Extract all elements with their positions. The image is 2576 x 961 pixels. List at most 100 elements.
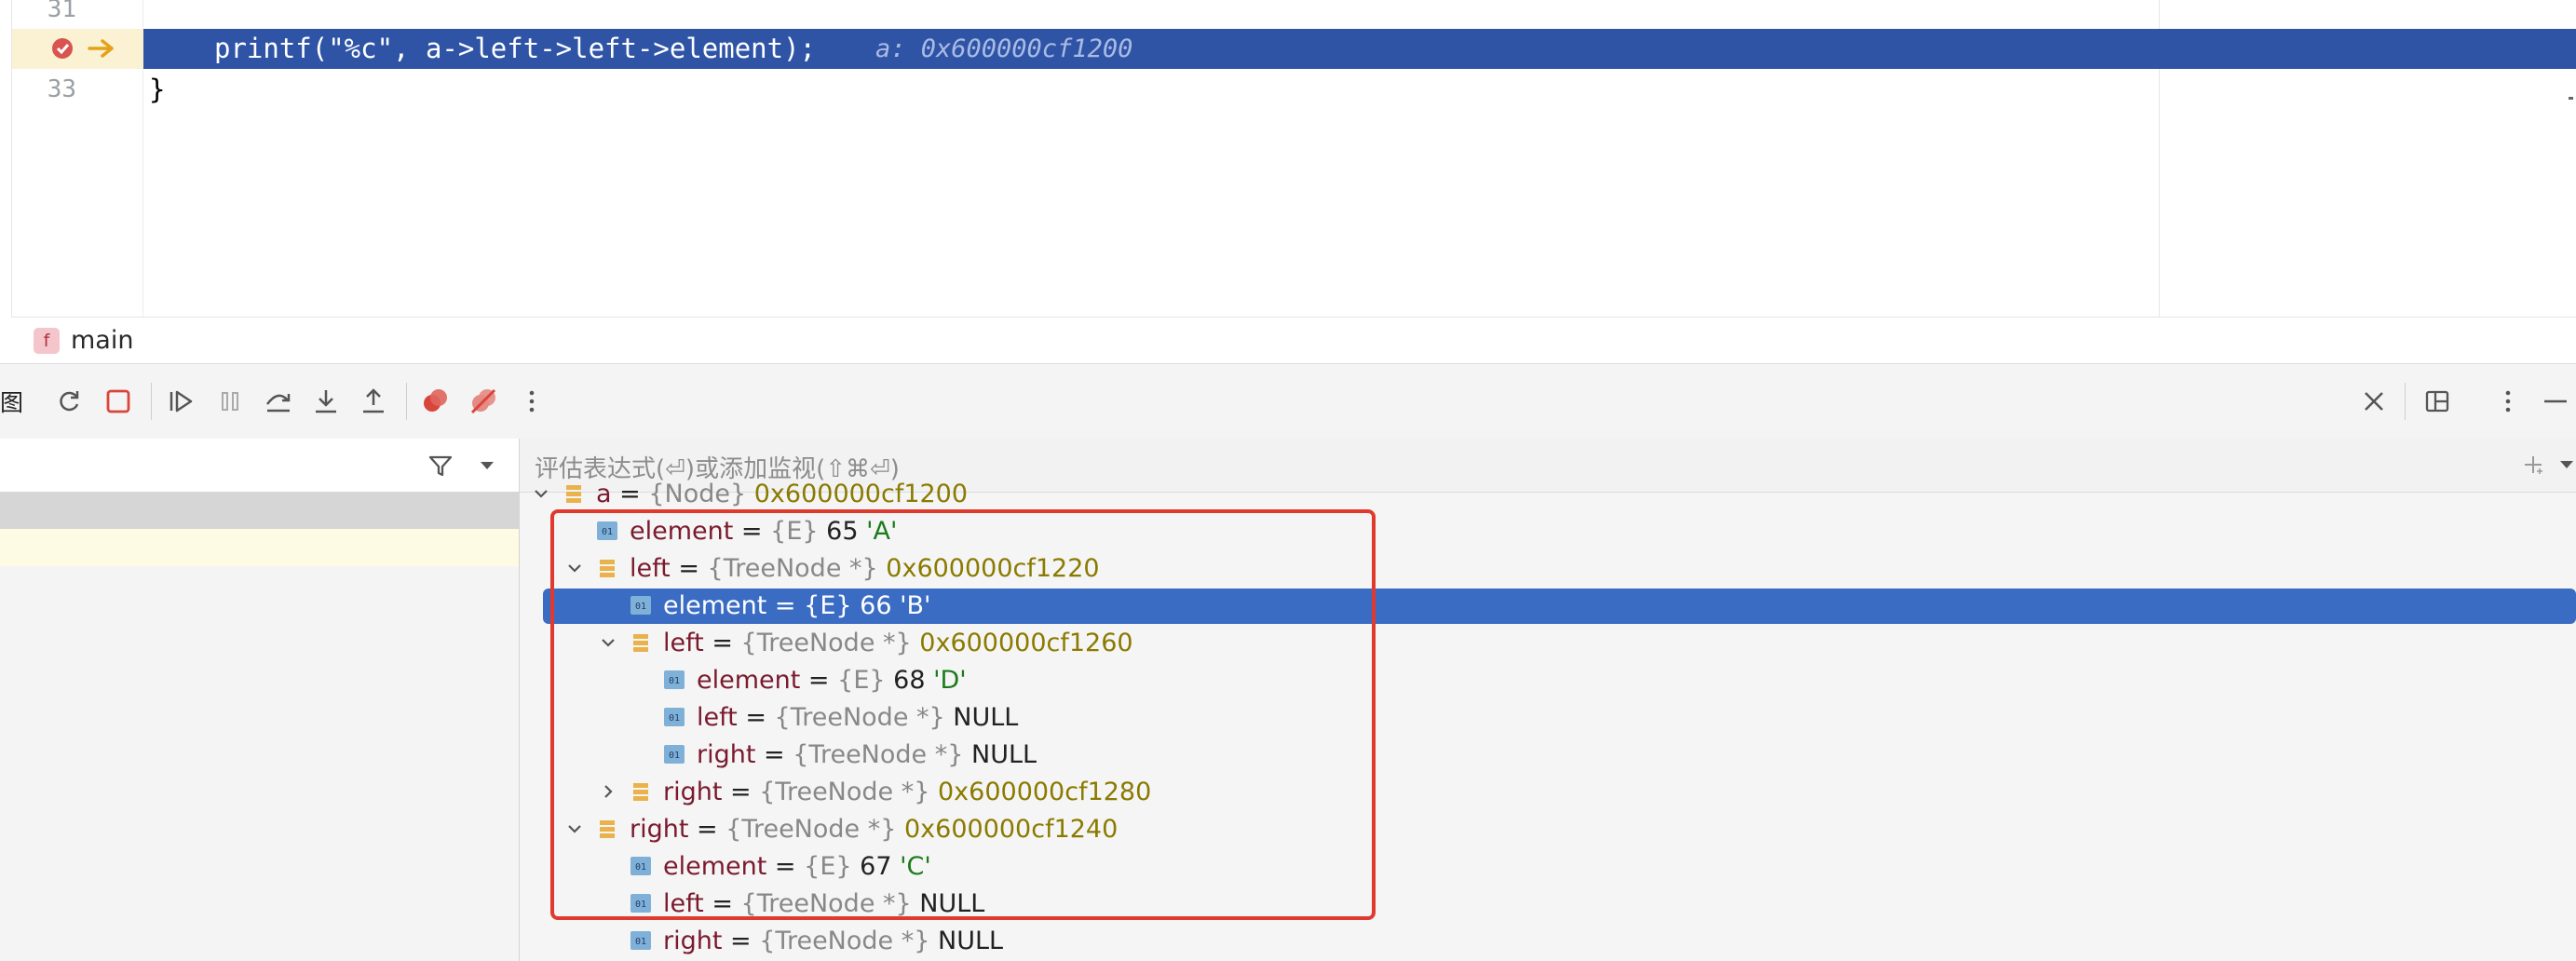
view-breakpoints-icon[interactable] xyxy=(419,386,451,417)
line-number: 33 xyxy=(47,75,76,103)
struct-icon xyxy=(566,485,581,503)
variable-row[interactable]: 01 element = {E} 66 'B' xyxy=(520,588,2576,625)
frame-row-selected[interactable] xyxy=(0,492,519,529)
variable-type: {TreeNode *} xyxy=(793,740,964,769)
line-number: 31 xyxy=(47,0,76,23)
variable-val: 67 xyxy=(851,852,892,881)
frame-row[interactable] xyxy=(0,529,519,566)
layout-icon[interactable] xyxy=(2421,386,2453,417)
variable-eq: = xyxy=(611,480,649,508)
mute-breakpoints-icon[interactable] xyxy=(468,386,499,417)
variable-type: {E} xyxy=(804,852,852,881)
breadcrumb: f main xyxy=(11,317,2576,364)
chevron-down-icon[interactable] xyxy=(479,459,495,472)
variable-type: {TreeNode *} xyxy=(725,815,897,844)
variable-row[interactable]: left = {TreeNode *} 0x600000cf1260 xyxy=(520,625,2576,662)
step-out-icon[interactable] xyxy=(358,386,389,417)
variable-text: right = {TreeNode *} 0x600000cf1240 xyxy=(630,813,1118,846)
variable-val: NULL xyxy=(944,703,1019,732)
variable-val: NULL xyxy=(929,927,1004,955)
frames-header xyxy=(0,439,519,493)
variable-text: element = {E} 66 'B' xyxy=(663,589,930,623)
chevron-down-icon[interactable] xyxy=(564,558,585,578)
variable-name: right xyxy=(663,927,723,955)
struct-icon xyxy=(633,634,648,652)
add-watch-icon[interactable] xyxy=(2522,453,2544,476)
variable-row[interactable]: 01 left = {TreeNode *} NULL xyxy=(520,699,2576,737)
variables-panel: 评估表达式(⏎)或添加监视(⇧⌘⏎) a = {Node} 0x600000cf… xyxy=(520,439,2576,961)
variable-row[interactable]: 01 right = {TreeNode *} NULL xyxy=(520,737,2576,774)
variable-val: 68 xyxy=(885,666,926,695)
variable-eq: = xyxy=(737,703,775,732)
struct-icon xyxy=(633,783,648,801)
current-code-line[interactable]: printf("%c", a->left->left->element); xyxy=(214,29,816,69)
variable-eq: = xyxy=(722,778,760,806)
variable-eq: = xyxy=(766,852,805,881)
history-dropdown-icon[interactable] xyxy=(2559,459,2574,470)
chevron-down-icon[interactable] xyxy=(564,819,585,839)
variable-row[interactable]: right = {TreeNode *} 0x600000cf1280 xyxy=(520,774,2576,811)
minimize-icon[interactable] xyxy=(2539,386,2570,417)
variable-eq: = xyxy=(800,666,838,695)
pause-icon[interactable] xyxy=(214,386,246,417)
variable-row[interactable]: 01 element = {E} 67 'C' xyxy=(520,848,2576,886)
close-icon[interactable] xyxy=(2358,386,2390,417)
variable-name: element xyxy=(663,852,767,881)
chevron-down-icon[interactable] xyxy=(531,483,551,504)
variable-addr: 0x600000cf1260 xyxy=(911,629,1133,657)
more-vertical-icon[interactable] xyxy=(2492,386,2524,417)
svg-text:01: 01 xyxy=(602,527,613,537)
chevron-right-icon[interactable] xyxy=(598,781,618,802)
variable-text: element = {E} 68 'D' xyxy=(697,664,967,697)
variable-name: left xyxy=(630,554,671,583)
variable-row[interactable]: 01 left = {TreeNode *} NULL xyxy=(520,886,2576,923)
variable-name: element xyxy=(663,591,767,620)
svg-text:01: 01 xyxy=(635,937,646,947)
variable-name: a xyxy=(596,480,612,508)
variable-char: 'C' xyxy=(891,852,931,881)
variable-eq: = xyxy=(703,629,741,657)
variable-name: left xyxy=(697,703,738,732)
code-line[interactable]: } xyxy=(149,71,165,108)
rerun-icon[interactable] xyxy=(54,386,86,417)
variable-name: right xyxy=(630,815,689,844)
variable-row[interactable]: 01 element = {E} 68 'D' xyxy=(520,662,2576,699)
variable-eq: = xyxy=(703,889,741,918)
breadcrumb-function[interactable]: main xyxy=(71,326,133,355)
variable-row[interactable]: 01 right = {TreeNode *} NULL xyxy=(520,923,2576,960)
resume-icon[interactable] xyxy=(166,386,197,417)
variable-text: a = {Node} 0x600000cf1200 xyxy=(596,478,968,511)
tab-label-fragment[interactable]: 图 xyxy=(0,385,23,418)
filter-icon[interactable] xyxy=(427,452,454,480)
step-into-icon[interactable] xyxy=(310,386,342,417)
stop-icon[interactable] xyxy=(102,386,134,417)
variable-text: left = {TreeNode *} NULL xyxy=(663,887,984,921)
variable-name: right xyxy=(663,778,723,806)
chevron-down-icon[interactable] xyxy=(598,632,618,653)
variable-eq: = xyxy=(670,554,708,583)
svg-text:01: 01 xyxy=(635,900,646,910)
variable-type: {TreeNode *} xyxy=(759,927,930,955)
more-icon[interactable] xyxy=(516,386,548,417)
step-over-icon[interactable] xyxy=(263,386,294,417)
variable-type: {E} xyxy=(770,517,819,546)
current-line-gutter-highlight xyxy=(12,29,143,69)
variable-row[interactable]: right = {TreeNode *} 0x600000cf1240 xyxy=(520,811,2576,848)
variable-type: {TreeNode *} xyxy=(740,629,912,657)
variable-text: left = {TreeNode *} 0x600000cf1220 xyxy=(630,552,1100,586)
variable-row[interactable]: left = {TreeNode *} 0x600000cf1220 xyxy=(520,550,2576,588)
field-icon: 01 xyxy=(630,894,651,913)
variable-row[interactable]: 01 element = {E} 65 'A' xyxy=(520,513,2576,550)
variable-addr: 0x600000cf1240 xyxy=(896,815,1119,844)
field-icon: 01 xyxy=(630,857,651,875)
variable-text: element = {E} 65 'A' xyxy=(630,515,897,548)
variable-name: element xyxy=(697,666,801,695)
svg-text:01: 01 xyxy=(635,862,646,873)
breakpoint-hit-icon[interactable] xyxy=(50,36,75,61)
variable-type: {TreeNode *} xyxy=(774,703,945,732)
function-icon: f xyxy=(34,328,60,354)
variable-addr: 0x600000cf1220 xyxy=(877,554,1100,583)
field-icon: 01 xyxy=(630,596,651,615)
variable-row[interactable]: a = {Node} 0x600000cf1200 xyxy=(520,476,2576,513)
code-editor[interactable]: 31 printf("%c", a->left->left->element);… xyxy=(0,0,2576,317)
